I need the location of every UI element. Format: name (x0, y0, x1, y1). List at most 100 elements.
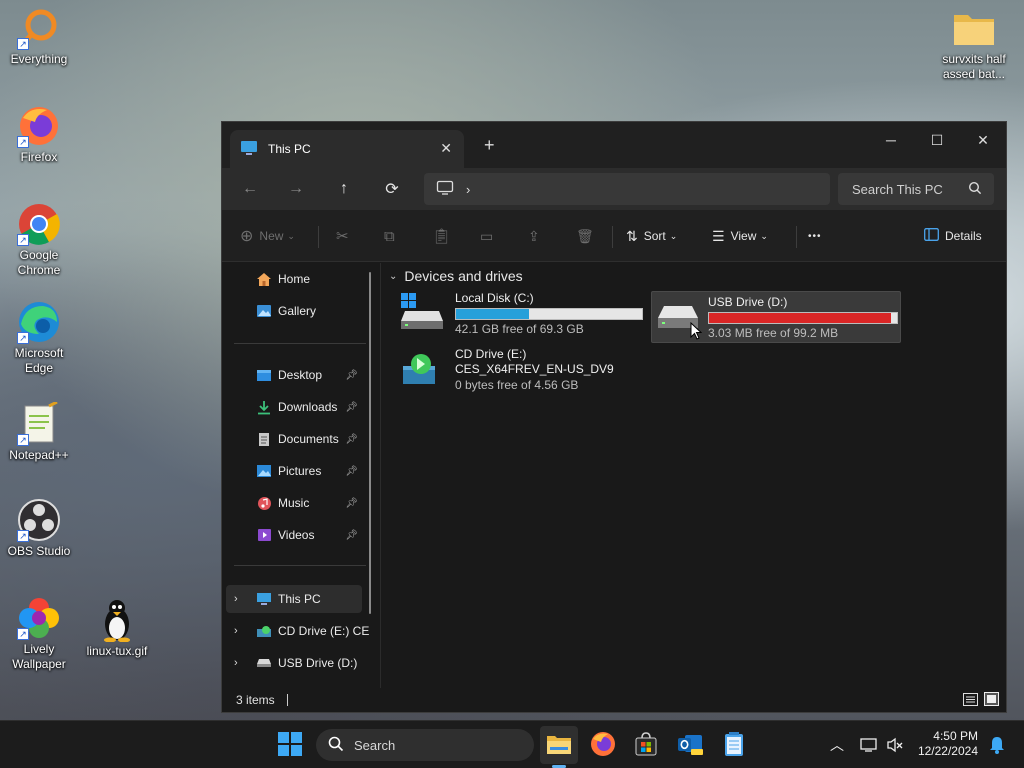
desktop-icon-chrome[interactable]: ↗ Google Chrome (1, 202, 77, 278)
pin-icon[interactable]: 📌︎ (345, 434, 358, 445)
lively-wallpaper-icon: ↗ (17, 596, 61, 640)
refresh-button[interactable]: ⟳ (376, 176, 408, 202)
sidebar-item-downloads[interactable]: Downloads 📌︎ (226, 393, 362, 421)
sidebar-item-gallery[interactable]: Gallery (226, 297, 362, 325)
volume-muted-icon[interactable] (882, 729, 908, 761)
desktop-icon-obs[interactable]: ↗ OBS Studio (1, 498, 77, 559)
desktop-icon-lively[interactable]: ↗ Lively Wallpaper (1, 596, 77, 672)
desktop-icon-everything[interactable]: ↗ Everything (1, 6, 77, 67)
back-button[interactable]: ← (234, 176, 266, 202)
store-bag-icon (634, 731, 658, 759)
maximize-button[interactable]: ☐ (914, 126, 960, 154)
drive-name: USB Drive (D:) (708, 295, 788, 309)
desktop-icon-firefox[interactable]: ↗ Firefox (1, 104, 77, 165)
drive-item-local-disk[interactable]: Local Disk (C:) 42.1 GB free of 69.3 GB (399, 291, 645, 343)
tab-this-pc[interactable]: This PC ✕ (230, 130, 464, 168)
desktop-icon-notepadpp[interactable]: ↗ Notepad++ (1, 402, 77, 463)
new-button[interactable]: ⊕ New ⌄ (240, 224, 295, 248)
up-button[interactable]: ↑ (328, 176, 360, 202)
copy-button[interactable]: ⧉ (384, 224, 395, 248)
breadcrumb-chevron-icon[interactable]: › (466, 182, 470, 197)
tiles-view-icon[interactable] (984, 692, 999, 709)
sidebar-item-usb-drive[interactable]: › USB Drive (D:) (226, 649, 362, 677)
plus-circle-icon: ⊕ (240, 228, 254, 245)
minimize-button[interactable]: ─ (868, 126, 914, 154)
drive-item-cd-drive[interactable]: CD Drive (E:) CES_X64FREV_EN-US_DV9 0 by… (399, 347, 645, 399)
address-bar[interactable]: › (424, 173, 830, 205)
gallery-icon (256, 303, 272, 319)
pin-icon[interactable]: 📌︎ (345, 402, 358, 413)
drive-usage-fill (456, 309, 529, 319)
taskbar-file-explorer[interactable] (540, 726, 578, 768)
chevron-right-icon[interactable]: › (234, 593, 238, 605)
sidebar-item-pictures[interactable]: Pictures 📌︎ (226, 457, 362, 485)
taskbar-firefox[interactable] (587, 729, 619, 761)
pin-icon[interactable]: 📌︎ (345, 498, 358, 509)
new-button-label: New (259, 229, 284, 243)
search-input[interactable]: Search This PC (838, 173, 994, 205)
desktop-icon-label: Everything (10, 52, 68, 66)
sidebar-item-music[interactable]: Music 📌︎ (226, 489, 362, 517)
sidebar-item-label: Downloads (278, 400, 338, 414)
sort-button[interactable]: ⇅ Sort ⌄ (626, 224, 677, 248)
sidebar-item-label: Documents (278, 432, 339, 446)
desktop-icon-edge[interactable]: ↗ Microsoft Edge (1, 300, 77, 376)
desktop-icon-linux-tux[interactable]: linux-tux.gif (79, 598, 155, 659)
notepadpp-icon: ↗ (17, 402, 61, 446)
outlook-icon (677, 732, 703, 759)
sidebar-item-documents[interactable]: Documents 📌︎ (226, 425, 362, 453)
view-button[interactable]: ☰ View ⌄ (712, 224, 768, 248)
folder-icon (546, 733, 572, 758)
chevron-right-icon[interactable]: › (234, 625, 238, 637)
more-options-button[interactable]: ••• (808, 224, 822, 248)
tux-penguin-icon (95, 598, 139, 642)
edge-icon: ↗ (17, 300, 61, 344)
monitor-icon (240, 140, 258, 159)
sidebar-scrollbar[interactable] (369, 272, 371, 614)
close-window-button[interactable]: ✕ (960, 126, 1006, 154)
rename-button[interactable]: ▭ (480, 224, 493, 248)
desktop-icon-label: survxits half assed bat... (942, 52, 1006, 81)
sidebar-item-videos[interactable]: Videos 📌︎ (226, 521, 362, 549)
section-header-devices[interactable]: ⌄ Devices and drives (389, 268, 523, 284)
taskbar-outlook[interactable] (674, 729, 706, 761)
network-icon[interactable] (856, 729, 882, 761)
pin-icon[interactable]: 📌︎ (345, 370, 358, 381)
navigation-bar: ← → ↑ ⟳ › Search This PC (222, 168, 1006, 210)
close-tab-icon[interactable]: ✕ (440, 140, 452, 157)
share-button[interactable]: ⇪ (528, 224, 540, 248)
start-button[interactable] (274, 729, 306, 761)
taskbar-notepad[interactable] (718, 729, 750, 761)
sidebar-item-label: This PC (278, 592, 321, 606)
sidebar-item-desktop[interactable]: Desktop 📌︎ (226, 361, 362, 389)
delete-button[interactable]: 🗑︎ (576, 224, 594, 248)
details-pane-button[interactable]: Details (924, 224, 982, 248)
sidebar-item-label: Desktop (278, 368, 323, 382)
taskbar-search-box[interactable]: Search (316, 729, 534, 761)
sidebar-item-this-pc[interactable]: › This PC (226, 585, 362, 613)
sidebar-item-home[interactable]: Home (226, 265, 362, 293)
monitor-icon (256, 591, 272, 607)
status-separator (286, 694, 288, 706)
forward-button[interactable]: → (280, 176, 312, 202)
paste-button[interactable]: 📋︎ (432, 224, 451, 248)
taskbar-microsoft-store[interactable] (630, 729, 662, 761)
pin-icon[interactable]: 📌︎ (345, 530, 358, 541)
details-view-icon[interactable] (963, 693, 978, 709)
drive-free-space: 42.1 GB free of 69.3 GB (455, 322, 584, 336)
details-pane-icon (924, 228, 939, 244)
pin-icon[interactable]: 📌︎ (345, 466, 358, 477)
firefox-icon: ↗ (17, 104, 61, 148)
notifications-bell-icon[interactable] (984, 729, 1010, 761)
show-hidden-icons-button[interactable]: ︿ (822, 729, 852, 761)
desktop-icon-folder[interactable]: survxits half assed bat... (936, 6, 1012, 82)
more-dots-icon: ••• (808, 230, 822, 242)
download-arrow-icon (256, 399, 272, 415)
new-tab-icon[interactable]: + (484, 135, 495, 156)
cut-button[interactable]: ✂ (336, 224, 349, 248)
clock[interactable]: 4:50 PM 12/22/2024 (908, 729, 978, 759)
sidebar-item-cd-drive[interactable]: › CD Drive (E:) CE (226, 617, 376, 645)
cd-drive-icon (399, 347, 447, 391)
drive-item-usb-drive[interactable]: USB Drive (D:) 3.03 MB free of 99.2 MB (651, 291, 901, 343)
chevron-right-icon[interactable]: › (234, 657, 238, 669)
